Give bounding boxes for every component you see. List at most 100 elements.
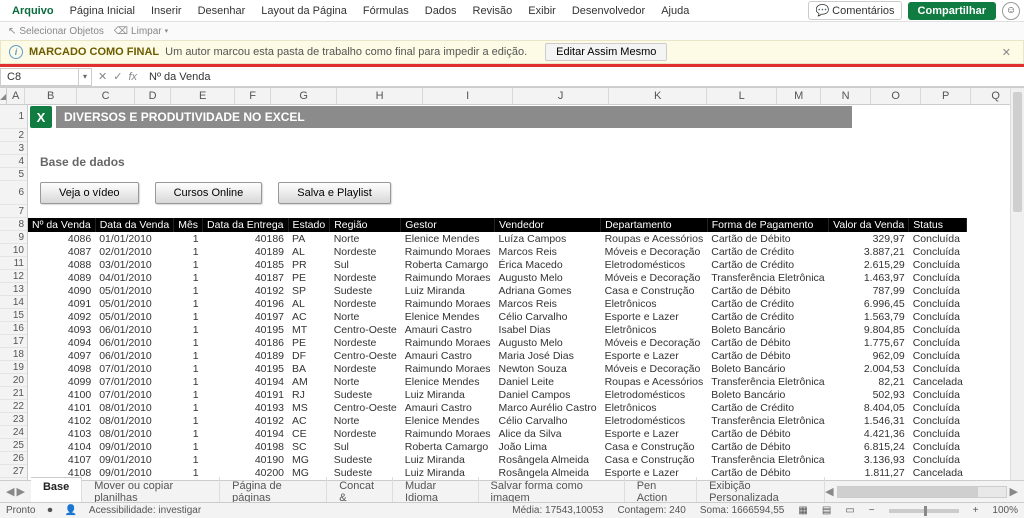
- vertical-scrollbar[interactable]: [1010, 88, 1024, 480]
- menu-página-inicial[interactable]: Página Inicial: [62, 3, 143, 19]
- row-header-3[interactable]: 3: [0, 142, 27, 155]
- edit-anyway-button[interactable]: Editar Assim Mesmo: [545, 43, 667, 61]
- name-box[interactable]: C8: [0, 68, 78, 86]
- table-row[interactable]: 409907/01/2010140194AMNorteElenice Mende…: [28, 375, 967, 388]
- zoom-in-button[interactable]: +: [973, 505, 979, 516]
- row-header-18[interactable]: 18: [0, 348, 27, 361]
- name-box-dropdown[interactable]: ▾: [78, 68, 92, 86]
- col-header-O[interactable]: O: [871, 88, 921, 104]
- table-header[interactable]: Status: [909, 218, 967, 232]
- formula-input[interactable]: Nº da Venda: [143, 71, 1024, 83]
- row-header-8[interactable]: 8: [0, 218, 27, 231]
- tab-scroll-left[interactable]: ◀: [825, 485, 833, 498]
- row-header-5[interactable]: 5: [0, 168, 27, 181]
- table-row[interactable]: 409005/01/2010140192SPSudesteLuiz Mirand…: [28, 284, 967, 297]
- row-header-20[interactable]: 20: [0, 374, 27, 387]
- table-row[interactable]: 410308/01/2010140194CENordesteRaimundo M…: [28, 427, 967, 440]
- share-button[interactable]: Compartilhar: [908, 2, 996, 20]
- table-row[interactable]: 410007/01/2010140191RJSudesteLuiz Mirand…: [28, 388, 967, 401]
- table-header[interactable]: Departamento: [601, 218, 708, 232]
- table-row[interactable]: 410409/01/2010140198SCSulRoberta Camargo…: [28, 440, 967, 453]
- table-header[interactable]: Estado: [288, 218, 330, 232]
- row-header-6[interactable]: 6: [0, 181, 27, 205]
- table-row[interactable]: 408601/01/2010140186PANorteElenice Mende…: [28, 232, 967, 245]
- row-header-2[interactable]: 2: [0, 129, 27, 142]
- select-all-triangle[interactable]: ◢: [0, 88, 7, 104]
- col-header-E[interactable]: E: [171, 88, 235, 104]
- col-header-D[interactable]: D: [135, 88, 171, 104]
- col-header-M[interactable]: M: [777, 88, 821, 104]
- macro-record-icon[interactable]: ⏺: [47, 505, 52, 516]
- row-header-1[interactable]: 1: [0, 105, 27, 129]
- col-header-C[interactable]: C: [77, 88, 135, 104]
- table-row[interactable]: 408803/01/2010140185PRSulRoberta Camargo…: [28, 258, 967, 271]
- tab-scroll-right[interactable]: ▶: [1010, 485, 1018, 498]
- table-row[interactable]: 409807/01/2010140195BANordesteRaimundo M…: [28, 362, 967, 375]
- row-header-16[interactable]: 16: [0, 322, 27, 335]
- row-header-4[interactable]: 4: [0, 155, 27, 168]
- zoom-slider[interactable]: [889, 509, 959, 513]
- table-header[interactable]: Valor da Venda: [829, 218, 909, 232]
- table-row[interactable]: 410709/01/2010140190MGSudesteLuiz Mirand…: [28, 453, 967, 466]
- row-header-24[interactable]: 24: [0, 426, 27, 439]
- zoom-out-button[interactable]: −: [869, 505, 875, 516]
- table-row[interactable]: 408904/01/2010140187PENordesteRaimundo M…: [28, 271, 967, 284]
- col-header-J[interactable]: J: [513, 88, 609, 104]
- horizontal-scrollbar[interactable]: [837, 486, 1007, 498]
- row-header-12[interactable]: 12: [0, 270, 27, 283]
- row-header-26[interactable]: 26: [0, 452, 27, 465]
- accessibility-icon[interactable]: 👤: [64, 505, 76, 516]
- row-header-7[interactable]: 7: [0, 205, 27, 218]
- table-header[interactable]: Data da Entrega: [203, 218, 288, 232]
- table-row[interactable]: 409706/01/2010140189DFCentro-OesteAmauri…: [28, 349, 967, 362]
- row-header-27[interactable]: 27: [0, 465, 27, 478]
- select-objects-tool[interactable]: ↖ Selecionar Objetos: [8, 26, 104, 37]
- comments-button[interactable]: 💬 Comentários: [808, 1, 901, 20]
- row-header-11[interactable]: 11: [0, 257, 27, 270]
- menu-ajuda[interactable]: Ajuda: [653, 3, 697, 19]
- col-header-I[interactable]: I: [423, 88, 513, 104]
- table-row[interactable]: 409205/01/2010140197ACNorteElenice Mende…: [28, 310, 967, 323]
- col-header-L[interactable]: L: [707, 88, 777, 104]
- row-header-14[interactable]: 14: [0, 296, 27, 309]
- table-header[interactable]: Data da Venda: [95, 218, 173, 232]
- row-header-21[interactable]: 21: [0, 387, 27, 400]
- col-header-N[interactable]: N: [821, 88, 871, 104]
- view-layout-icon[interactable]: ▤: [822, 505, 831, 516]
- zoom-level[interactable]: 100%: [992, 505, 1018, 516]
- col-header-A[interactable]: A: [7, 88, 25, 104]
- feedback-button[interactable]: ☺: [1002, 2, 1020, 20]
- row-header-25[interactable]: 25: [0, 439, 27, 452]
- menu-inserir[interactable]: Inserir: [143, 3, 190, 19]
- col-header-B[interactable]: B: [25, 88, 77, 104]
- menu-arquivo[interactable]: Arquivo: [4, 3, 62, 19]
- table-row[interactable]: 409306/01/2010140195MTCentro-OesteAmauri…: [28, 323, 967, 336]
- accept-icon[interactable]: ✓: [113, 70, 122, 83]
- table-row[interactable]: 409105/01/2010140196ALNordesteRaimundo M…: [28, 297, 967, 310]
- col-header-G[interactable]: G: [271, 88, 337, 104]
- row-header-9[interactable]: 9: [0, 231, 27, 244]
- macro-button-cursos-online[interactable]: Cursos Online: [155, 182, 263, 204]
- view-normal-icon[interactable]: ▦: [798, 505, 807, 516]
- col-header-P[interactable]: P: [921, 88, 971, 104]
- menu-fórmulas[interactable]: Fórmulas: [355, 3, 417, 19]
- row-header-15[interactable]: 15: [0, 309, 27, 322]
- macro-button-salva-e-playlist[interactable]: Salva e Playlist: [278, 182, 391, 204]
- table-header[interactable]: Nº da Venda: [28, 218, 95, 232]
- row-header-13[interactable]: 13: [0, 283, 27, 296]
- table-header[interactable]: Gestor: [401, 218, 495, 232]
- row-header-23[interactable]: 23: [0, 413, 27, 426]
- cancel-icon[interactable]: ✕: [98, 70, 107, 83]
- col-header-F[interactable]: F: [235, 88, 271, 104]
- tab-nav-next[interactable]: ▶: [16, 485, 24, 498]
- row-header-10[interactable]: 10: [0, 244, 27, 257]
- banner-close-button[interactable]: ✕: [998, 46, 1015, 59]
- macro-button-veja-o-vídeo[interactable]: Veja o vídeo: [40, 182, 139, 204]
- table-row[interactable]: 410108/01/2010140193MSCentro-OesteAmauri…: [28, 401, 967, 414]
- menu-exibir[interactable]: Exibir: [520, 3, 564, 19]
- menu-dados[interactable]: Dados: [417, 3, 465, 19]
- menu-desenvolvedor[interactable]: Desenvolvedor: [564, 3, 653, 19]
- tab-nav-prev[interactable]: ◀: [6, 485, 14, 498]
- menu-revisão[interactable]: Revisão: [465, 3, 521, 19]
- row-header-17[interactable]: 17: [0, 335, 27, 348]
